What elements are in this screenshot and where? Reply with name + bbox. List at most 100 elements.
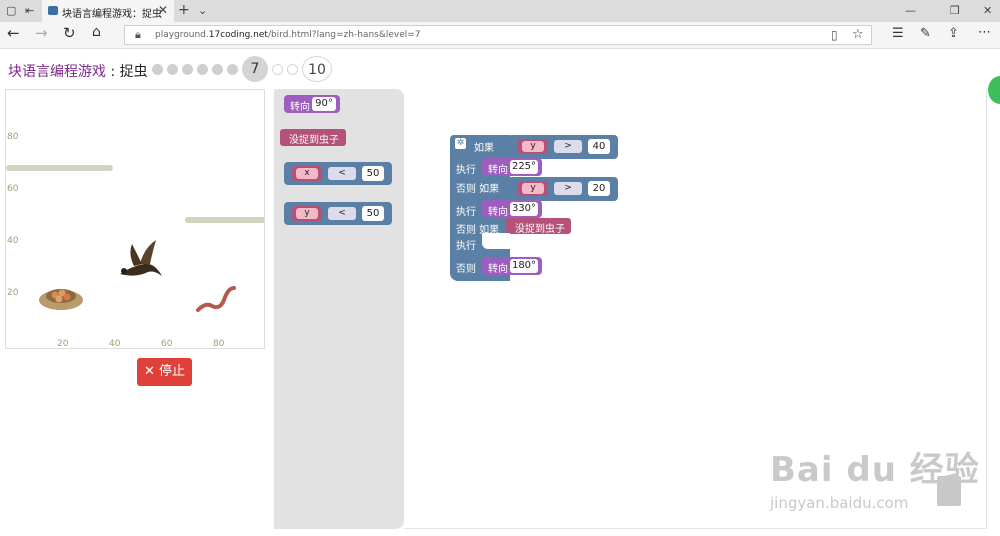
y-tick-80: 80 [7, 132, 19, 142]
cond2-var-block[interactable]: y [518, 181, 548, 196]
home-icon[interactable]: ⌂ [92, 24, 101, 40]
toolbox-cmp1-val[interactable]: 50 [362, 166, 384, 181]
tab-actions-icon[interactable]: ▢ [6, 4, 16, 17]
watermark-logo: Bai du 经验 [770, 450, 980, 490]
no-worm-condition-block[interactable]: 没捉到虫子 [506, 218, 571, 235]
floating-widget-icon[interactable] [988, 76, 1000, 104]
gear-icon[interactable]: ✲ [455, 138, 466, 149]
cond2-val[interactable]: 20 [588, 181, 610, 196]
cond2-var[interactable]: y [522, 183, 544, 194]
turn-value-1[interactable]: 225° [510, 160, 538, 174]
tab-favicon-icon [48, 6, 58, 15]
turn-label-2: 转向 [488, 207, 508, 218]
toolbox-cmp1-var-block[interactable]: x [292, 166, 322, 181]
empty-do-slot[interactable] [482, 233, 510, 249]
toolbox-turn-block[interactable]: 转向 90° [284, 95, 340, 113]
condition-2-block[interactable]: y > 20 [508, 177, 618, 201]
turn-block-2[interactable]: 转向 330° [482, 200, 542, 218]
do-label-3: 执行 [456, 241, 476, 252]
title-sub: 捉虫 [119, 64, 148, 80]
toolbox-cmp2-op[interactable]: < [328, 207, 356, 220]
tab-close-icon[interactable]: ✕ [158, 3, 168, 17]
wall-left [6, 165, 113, 171]
x-tick-80: 80 [213, 339, 225, 349]
toolbox-compare-block-y[interactable]: y < 50 [284, 202, 392, 225]
game-canvas: 80 60 40 20 20 40 60 80 [5, 89, 265, 349]
address-bar[interactable]: 🔒︎ playground.17coding.net/bird.html?lan… [124, 25, 872, 45]
y-tick-40: 40 [7, 236, 19, 246]
tab-title: 块语言编程游戏：捉虫 [62, 9, 162, 20]
toolbox-cmp2-val[interactable]: 50 [362, 206, 384, 221]
level-dot-5[interactable] [212, 64, 223, 75]
do-label-1: 执行 [456, 165, 476, 176]
stop-x-icon: ✕ [143, 364, 159, 379]
condition-1-block[interactable]: y > 40 [508, 135, 618, 159]
turn-block-1[interactable]: 转向 225° [482, 158, 542, 176]
bird-icon [120, 240, 162, 276]
toolbox-cmp1-op[interactable]: < [328, 167, 356, 180]
nest-icon [39, 289, 83, 310]
toolbox-turn-label: 转向 [290, 102, 310, 113]
do-label-2: 执行 [456, 207, 476, 218]
worm-icon [196, 286, 236, 312]
turn-value-2[interactable]: 330° [510, 202, 538, 216]
x-tick-20: 20 [57, 339, 69, 349]
title-separator: : [106, 64, 120, 80]
new-tab-icon[interactable]: + [178, 2, 190, 18]
no-worm-label: 没捉到虫子 [515, 224, 565, 235]
toolbox-no-worm-block[interactable]: 没捉到虫子 [280, 129, 346, 146]
more-icon[interactable]: ⋯ [978, 25, 991, 40]
if-label: 如果 [474, 143, 494, 154]
toolbox-cmp2-var[interactable]: y [296, 208, 318, 219]
url-path: /bird.html?lang=zh-hans&level=7 [267, 30, 421, 40]
level-dot-1[interactable] [152, 64, 163, 75]
back-arrow-icon[interactable]: ← [7, 24, 20, 42]
toolbox-turn-value[interactable]: 90° [312, 97, 336, 111]
y-tick-60: 60 [7, 184, 19, 194]
turn-value-3[interactable]: 180° [510, 259, 538, 273]
window-close-icon[interactable]: ✕ [983, 4, 992, 17]
max-level-badge[interactable]: 10 [302, 56, 332, 82]
favorite-star-icon[interactable]: ☆ [852, 27, 864, 42]
cond1-var-block[interactable]: y [518, 139, 548, 154]
maximize-icon[interactable]: ❐ [950, 4, 960, 17]
level-dot-4[interactable] [197, 64, 208, 75]
level-dot-3[interactable] [182, 64, 193, 75]
toolbox-compare-block-x[interactable]: x < 50 [284, 162, 392, 185]
url-text: playground.17coding.net/bird.html?lang=z… [155, 30, 421, 40]
lock-icon: 🔒︎ [135, 28, 141, 41]
forward-arrow-icon[interactable]: → [35, 24, 48, 42]
x-tick-60: 60 [161, 339, 173, 349]
share-icon[interactable]: ⇪ [948, 26, 959, 41]
pen-icon[interactable]: ✎ [920, 26, 931, 41]
cond2-op[interactable]: > [554, 182, 582, 195]
turn-label-1: 转向 [488, 165, 508, 176]
stop-button[interactable]: ✕ 停止 [137, 358, 192, 386]
level-dot-6[interactable] [227, 64, 238, 75]
minimize-icon[interactable]: — [905, 4, 916, 17]
page-title: 块语言编程游戏 : 捉虫 [8, 61, 148, 81]
level-dot-9[interactable] [287, 64, 298, 75]
elseif-label-1: 否则 如果 [456, 184, 500, 195]
refresh-icon[interactable]: ↻ [63, 24, 76, 42]
cond1-val[interactable]: 40 [588, 139, 610, 154]
browser-tab[interactable]: 块语言编程游戏：捉虫 ✕ [42, 0, 174, 22]
reading-view-icon[interactable]: ▯ [831, 28, 838, 42]
toolbox-no-worm-label: 没捉到虫子 [289, 135, 339, 146]
tab-back-icon[interactable]: ⇤ [25, 4, 34, 17]
hub-icon[interactable]: ☰ [892, 26, 904, 41]
current-level-badge[interactable]: 7 [242, 56, 268, 82]
toolbox-cmp2-var-block[interactable]: y [292, 206, 322, 221]
cond1-op[interactable]: > [554, 140, 582, 153]
turn-label-3: 转向 [488, 264, 508, 275]
level-dot-8[interactable] [272, 64, 283, 75]
toolbox-cmp1-var[interactable]: x [296, 168, 318, 179]
tab-list-chevron-icon[interactable]: ⌄ [198, 4, 207, 17]
level-dot-2[interactable] [167, 64, 178, 75]
watermark-url: jingyan.baidu.com [770, 494, 909, 512]
url-prefix: playground. [155, 30, 209, 40]
stop-label: 停止 [159, 364, 186, 379]
wall-right [185, 217, 264, 223]
turn-block-3[interactable]: 转向 180° [482, 257, 542, 275]
cond1-var[interactable]: y [522, 141, 544, 152]
